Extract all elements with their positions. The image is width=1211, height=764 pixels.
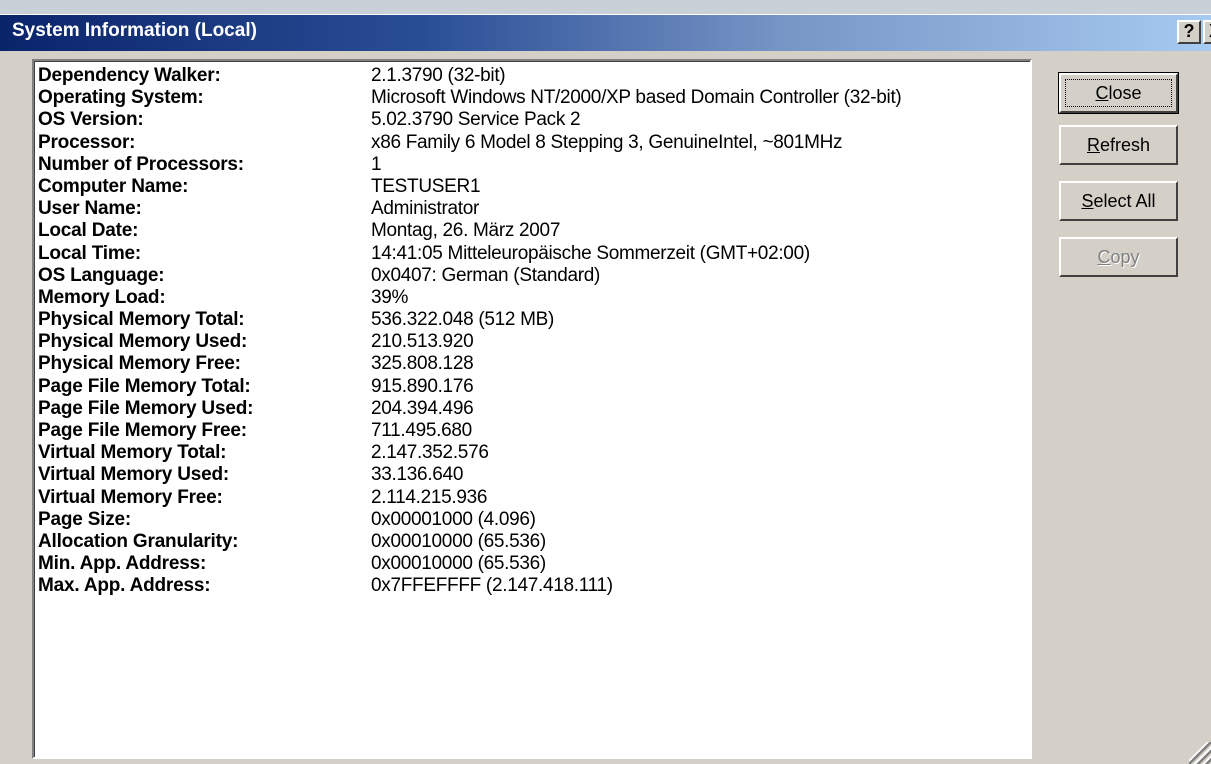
info-row-label: OS Version: [38,109,144,131]
info-row-value: 0x7FFEFFFF (2.147.418.111) [371,575,613,597]
copy-button-mnemonic: C [1097,247,1111,267]
info-row-label: Max. App. Address: [38,575,211,597]
info-row-label: Page File Memory Free: [38,420,247,441]
info-row-value: 1 [371,153,382,175]
info-row-value: 33.136.640 [371,464,464,486]
select-all-button-mnemonic: S [1081,191,1094,211]
info-row-label: Physical Memory Total: [38,309,245,331]
info-row: Page Size: 0x00001000 (4.096) [38,509,1028,531]
info-row: Processor: x86 Family 6 Model 8 Stepping … [38,132,1028,154]
info-row-value: 0x00010000 (65.536) [371,530,546,552]
info-row-value: TESTUSER1 [371,175,481,197]
info-row: Virtual Memory Used: 33.136.640 [38,464,1028,486]
copy-button-label: opy [1110,247,1140,267]
close-window-button[interactable]: X [1203,20,1211,44]
title-bar[interactable]: System Information (Local) ? X [0,15,1211,51]
info-row-value: 204.394.496 [371,397,474,419]
info-row-label: Local Time: [38,242,142,264]
help-button[interactable]: ? [1177,20,1201,44]
info-row: Virtual Memory Total: 2.147.352.576 [38,442,1028,464]
info-row: Dependency Walker: 2.1.3790 (32-bit) [38,65,1028,87]
info-row: Page File Memory Free: 711.495.680 [38,420,1028,442]
info-row-value: 5.02.3790 Service Pack 2 [371,109,581,131]
info-row-label: Physical Memory Used: [38,331,248,353]
select-all-button[interactable]: Select All [1059,181,1178,221]
info-row-value: 0x00001000 (4.096) [371,508,536,530]
info-row-label: Number of Processors: [38,153,244,175]
info-row-value: 2.147.352.576 [371,442,489,464]
info-row-label: Virtual Memory Used: [38,464,229,486]
info-row-value: 2.114.215.936 [371,486,488,508]
info-row-value: 711.495.680 [371,420,472,441]
info-row-label: OS Language: [38,264,165,286]
refresh-button[interactable]: Refresh [1059,125,1178,165]
select-all-button-label: elect All [1093,191,1156,211]
system-info-list[interactable]: Dependency Walker: 2.1.3790 (32-bit) Opera… [32,59,1032,759]
info-row-value: Montag, 26. März 2007 [371,220,561,242]
info-row-value: 915.890.176 [371,375,474,397]
info-row-label: Virtual Memory Total: [38,442,227,464]
info-row-value: 14:41:05 Mitteleuropäische Sommerzeit (G… [371,242,810,264]
info-row-label: Page File Memory Used: [38,397,254,419]
info-row: Min. App. Address: 0x00010000 (65.536) [38,553,1028,575]
info-row-label: Processor: [38,131,136,153]
info-row: Virtual Memory Free: 2.114.215.936 [38,487,1028,509]
info-row: Physical Memory Used: 210.513.920 [38,331,1028,353]
info-row-value: 0x0407: German (Standard) [371,264,601,286]
info-row: Memory Load: 39% [38,287,1028,309]
resize-grip[interactable] [1189,742,1211,764]
info-rows: Dependency Walker: 2.1.3790 (32-bit) Opera… [38,65,1028,598]
info-row-label: Dependency Walker: [38,65,221,86]
info-row-value: Microsoft Windows NT/2000/XP based Domai… [371,87,902,109]
focus-rectangle [1065,79,1172,107]
info-row-label: User Name: [38,198,142,220]
info-row: Page File Memory Total: 915.890.176 [38,376,1028,398]
info-row: Number of Processors: 1 [38,154,1028,176]
info-row-value: 0x00010000 (65.536) [371,553,546,575]
info-row-value: 325.808.128 [371,353,474,375]
info-row-label: Page Size: [38,508,132,530]
info-row-value: x86 Family 6 Model 8 Stepping 3, Genuine… [371,131,843,153]
info-row-value: 39% [371,286,409,308]
info-row: Computer Name: TESTUSER1 [38,176,1028,198]
info-row: Allocation Granularity: 0x00010000 (65.53… [38,531,1028,553]
close-button[interactable]: Close [1058,72,1179,114]
info-row: Physical Memory Free: 325.808.128 [38,353,1028,375]
info-row: Page File Memory Used: 204.394.496 [38,398,1028,420]
info-row-label: Virtual Memory Free: [38,486,223,508]
info-row: Local Date: Montag, 26. März 2007 [38,220,1028,242]
refresh-button-label: efresh [1099,135,1151,155]
info-row-value: 2.1.3790 (32-bit) [371,65,506,86]
info-row-label: Page File Memory Total: [38,375,251,397]
info-row: Physical Memory Total: 536.322.048 (512 M… [38,309,1028,331]
info-row-value: 210.513.920 [371,331,474,353]
info-row-label: Memory Load: [38,286,166,308]
info-row-label: Operating System: [38,87,204,109]
info-row: OS Language: 0x0407: German (Standard) [38,265,1028,287]
copy-button[interactable]: Copy [1059,237,1178,277]
system-information-dialog: System Information (Local) ? X Dependenc… [0,14,1211,764]
info-row-label: Local Date: [38,220,139,242]
info-row-label: Computer Name: [38,175,189,197]
info-row: OS Version: 5.02.3790 Service Pack 2 [38,109,1028,131]
info-row: User Name: Administrator [38,198,1028,220]
info-row: Max. App. Address: 0x7FFEFFFF (2.147.418.… [38,575,1028,597]
info-row-label: Physical Memory Free: [38,353,241,375]
info-row: Operating System: Microsoft Windows NT/20… [38,87,1028,109]
info-row-label: Min. App. Address: [38,553,207,575]
window-title: System Information (Local) [12,20,257,41]
refresh-button-mnemonic: R [1086,135,1100,155]
info-row-value: 536.322.048 (512 MB) [371,309,555,331]
info-row: Local Time: 14:41:05 Mitteleuropäische So… [38,243,1028,265]
info-row-value: Administrator [371,198,480,220]
info-row-label: Allocation Granularity: [38,530,239,552]
